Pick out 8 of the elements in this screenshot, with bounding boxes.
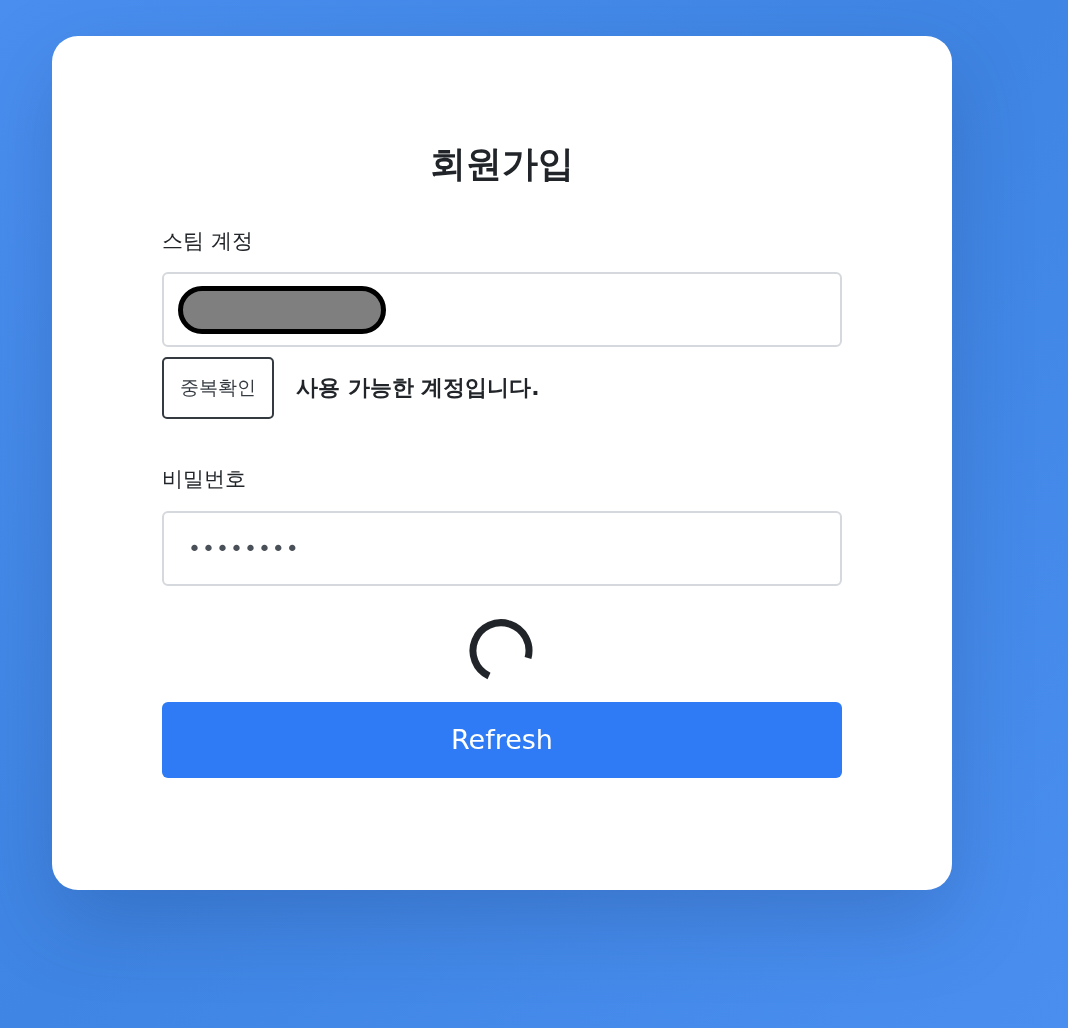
page-title: 회원가입 [429,142,575,186]
availability-message: 사용 가능한 계정입니다. [296,374,540,403]
password-field[interactable]: •••••••• [162,510,842,586]
password-label: 비밀번호 [162,467,247,493]
account-label: 스팀 계정 [162,229,254,255]
duplicate-check-button[interactable]: 중복확인 [162,357,274,420]
account-field[interactable] [162,272,842,348]
refresh-button[interactable]: Refresh [162,701,842,778]
